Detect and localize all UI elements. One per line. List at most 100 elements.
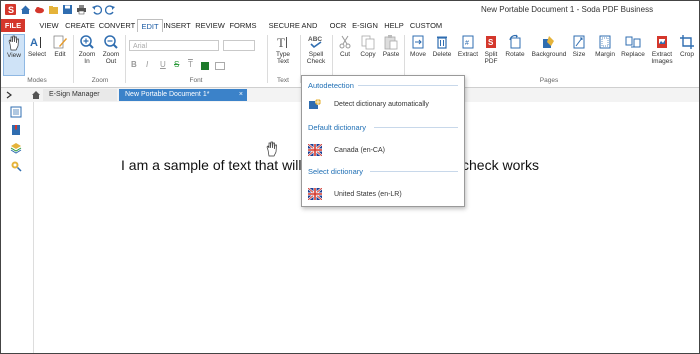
extract-pages-button[interactable]: # Extract — [456, 34, 480, 74]
chevron-right-icon[interactable] — [5, 91, 13, 99]
tab-secure-and-sign[interactable]: SECURE AND SIGN — [260, 19, 326, 43]
edit-pencil-icon — [53, 35, 67, 49]
text-group-label: Text — [277, 77, 289, 84]
move-page-button[interactable]: Move — [407, 34, 429, 74]
tab-custom[interactable]: CUSTOM — [409, 19, 443, 32]
tab-view[interactable]: VIEW — [37, 19, 61, 32]
thumbnails-icon[interactable] — [10, 106, 22, 118]
page-size-button[interactable]: Size — [571, 34, 587, 74]
separator — [125, 35, 126, 83]
svg-text:S: S — [488, 38, 494, 47]
select-dictionary-item[interactable]: United States (en-LR) — [306, 188, 460, 202]
select-dictionary-label: United States (en-LR) — [334, 191, 402, 198]
detect-dictionary-automatically-item[interactable]: Detect dictionary automatically — [306, 98, 460, 112]
tab-edit[interactable]: EDIT — [137, 19, 163, 33]
tab-insert[interactable]: INSERT — [163, 19, 191, 32]
delete-page-label: Delete — [432, 51, 452, 58]
move-page-label: Move — [410, 51, 426, 58]
cut-label: Cut — [339, 51, 351, 58]
text-select-icon: A — [30, 37, 41, 49]
auto-detect-icon — [309, 99, 321, 109]
tab-file[interactable]: FILE — [1, 19, 25, 32]
replace-icon — [625, 36, 641, 48]
edit-mode-button[interactable]: Edit — [51, 34, 69, 74]
extract-images-button[interactable]: Extract Images — [649, 34, 675, 74]
strikethrough-button[interactable]: S — [174, 60, 179, 69]
spell-check-label: Spell Check — [306, 51, 326, 65]
copy-icon — [361, 35, 375, 50]
highlight-color-swatch[interactable] — [215, 62, 225, 70]
svg-text:#: # — [465, 40, 469, 47]
bookmarks-icon[interactable] — [10, 124, 22, 136]
view-mode-button[interactable]: View — [3, 34, 25, 76]
extract-images-label: Extract Images — [651, 51, 673, 65]
svg-text:S: S — [8, 5, 14, 15]
home-icon[interactable] — [20, 4, 31, 15]
default-dictionary-item[interactable]: Canada (en-CA) — [306, 144, 460, 158]
print-icon[interactable] — [76, 4, 87, 15]
document-text-left[interactable]: I am a sample of text that will — [121, 157, 302, 173]
open-folder-icon[interactable] — [48, 4, 59, 15]
tab-new-portable-document[interactable]: New Portable Document 1* × — [119, 89, 247, 101]
home-icon[interactable] — [31, 90, 41, 100]
replace-button[interactable]: Replace — [620, 34, 646, 74]
search-settings-icon[interactable] — [10, 160, 22, 172]
tab-e-sign[interactable]: E-SIGN — [351, 19, 379, 32]
copy-button[interactable]: Copy — [357, 34, 379, 74]
crop-button[interactable]: Crop — [677, 34, 697, 74]
tab-forms[interactable]: FORMS — [229, 19, 257, 32]
delete-page-button[interactable]: Delete — [430, 34, 454, 74]
split-pdf-icon: S — [486, 36, 496, 48]
move-page-icon — [412, 35, 424, 49]
crop-icon — [680, 35, 694, 49]
font-size-select[interactable] — [223, 40, 255, 51]
italic-button[interactable]: I — [146, 60, 148, 69]
tab-review[interactable]: REVIEW — [194, 19, 226, 32]
copy-label: Copy — [360, 51, 376, 58]
document-text-right[interactable]: check works — [462, 157, 539, 173]
font-family-select[interactable]: Arial — [129, 40, 219, 51]
zoom-in-label: Zoom In — [78, 51, 96, 65]
zoom-in-button[interactable]: Zoom In — [77, 34, 97, 74]
crop-label: Crop — [679, 51, 695, 58]
app-window: S New Portable Document 1 - Soda PDF Bus… — [0, 0, 700, 354]
split-pdf-button[interactable]: S Split PDF — [481, 34, 501, 74]
type-text-button[interactable]: T Type Text — [271, 34, 295, 74]
font-color-swatch[interactable] — [201, 62, 209, 70]
default-dictionary-header: Default dictionary — [308, 123, 366, 132]
cut-button[interactable]: Cut — [335, 34, 355, 74]
close-tab-icon[interactable]: × — [239, 89, 243, 101]
margin-label: Margin — [595, 51, 615, 58]
tab-document-label: New Portable Document 1* — [125, 91, 210, 98]
tab-create[interactable]: CREATE — [64, 19, 96, 32]
background-button[interactable]: Background — [529, 34, 569, 74]
rotate-button[interactable]: Rotate — [504, 34, 526, 74]
autodetection-header: Autodetection — [308, 81, 354, 90]
overline-button[interactable]: T — [188, 60, 193, 69]
replace-label: Replace — [621, 51, 645, 58]
tab-ocr[interactable]: OCR — [329, 19, 347, 32]
divider — [370, 171, 458, 172]
layers-icon[interactable] — [10, 142, 22, 154]
undo-icon[interactable] — [91, 4, 102, 15]
divider — [358, 85, 458, 86]
extract-pages-label: Extract — [457, 51, 479, 58]
default-dictionary-label: Canada (en-CA) — [334, 147, 385, 154]
uk-flag-icon — [308, 144, 322, 156]
tab-help[interactable]: HELP — [382, 19, 406, 32]
tab-e-sign-manager[interactable]: E-Sign Manager — [43, 89, 117, 101]
spell-check-button[interactable]: ABC Spell Check — [304, 34, 328, 74]
cloud-icon[interactable] — [34, 4, 45, 15]
underline-button[interactable]: U — [160, 60, 166, 69]
save-icon[interactable] — [62, 4, 73, 15]
tab-convert[interactable]: CONVERT — [98, 19, 136, 32]
bold-button[interactable]: B — [131, 60, 137, 69]
select-mode-button[interactable]: A Select — [27, 34, 47, 74]
paste-button[interactable]: Paste — [380, 34, 402, 74]
redo-icon[interactable] — [105, 4, 116, 15]
page-size-label: Size — [572, 51, 586, 58]
margin-button[interactable]: Margin — [593, 34, 617, 74]
scissors-icon — [339, 35, 351, 49]
menu-bar: FILE VIEW CREATE CONVERT EDIT INSERT REV… — [1, 19, 699, 43]
zoom-out-button[interactable]: Zoom Out — [101, 34, 121, 74]
